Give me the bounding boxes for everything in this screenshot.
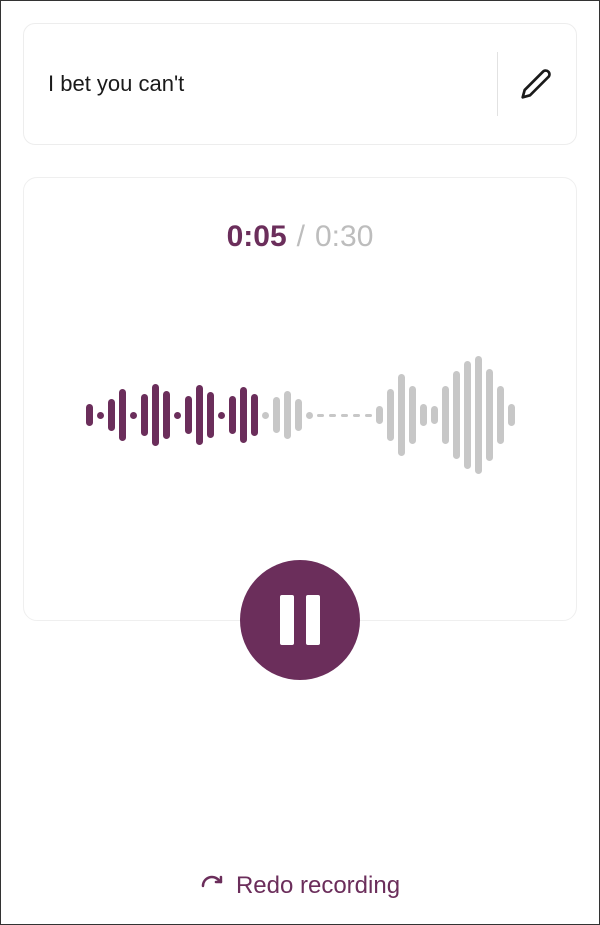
waveform-bar [398, 374, 405, 456]
timer-total: 0:30 [315, 220, 373, 254]
waveform-bar [273, 397, 280, 433]
waveform-bar [251, 394, 258, 436]
waveform-bar [475, 356, 482, 474]
waveform-bar [376, 406, 383, 424]
waveform-bar [119, 389, 126, 441]
waveform-bar [108, 399, 115, 431]
waveform-bar [240, 387, 247, 443]
waveform-bar [442, 386, 449, 444]
recording-panel: 0:05 / 0:30 [23, 177, 577, 621]
waveform-bar [229, 396, 236, 434]
waveform-bar [464, 361, 471, 469]
redo-recording-button[interactable]: Redo recording [200, 872, 400, 900]
title-card: I bet you can't [23, 23, 577, 145]
waveform-bar [86, 404, 93, 426]
waveform-dot [97, 412, 104, 419]
waveform-bar [185, 396, 192, 434]
waveform-bar [508, 404, 515, 426]
waveform-dot [174, 412, 181, 419]
waveform-bar [196, 385, 203, 445]
waveform-bar [497, 386, 504, 444]
timer: 0:05 / 0:30 [227, 220, 374, 254]
timer-current: 0:05 [227, 220, 287, 254]
waveform-bar [431, 406, 438, 424]
edit-icon[interactable] [520, 68, 552, 100]
waveform-bar [284, 391, 291, 439]
pause-icon [280, 595, 320, 645]
waveform-bar [409, 386, 416, 444]
waveform-dot [218, 412, 225, 419]
waveform-dot [262, 412, 269, 419]
divider [497, 52, 498, 116]
waveform-bar [486, 369, 493, 461]
waveform-bar [207, 392, 214, 438]
waveform-gap [317, 414, 372, 417]
waveform-bar [152, 384, 159, 446]
pause-button[interactable] [240, 560, 360, 680]
waveform-bar [163, 391, 170, 439]
waveform-bar [453, 371, 460, 459]
waveform [86, 350, 515, 480]
timer-separator: / [297, 220, 305, 254]
recording-title: I bet you can't [48, 71, 184, 97]
redo-icon [200, 874, 224, 898]
redo-label: Redo recording [236, 872, 400, 900]
waveform-bar [141, 394, 148, 436]
waveform-dot [306, 412, 313, 419]
waveform-bar [295, 399, 302, 431]
waveform-bar [420, 404, 427, 426]
waveform-bar [387, 389, 394, 441]
waveform-dot [130, 412, 137, 419]
